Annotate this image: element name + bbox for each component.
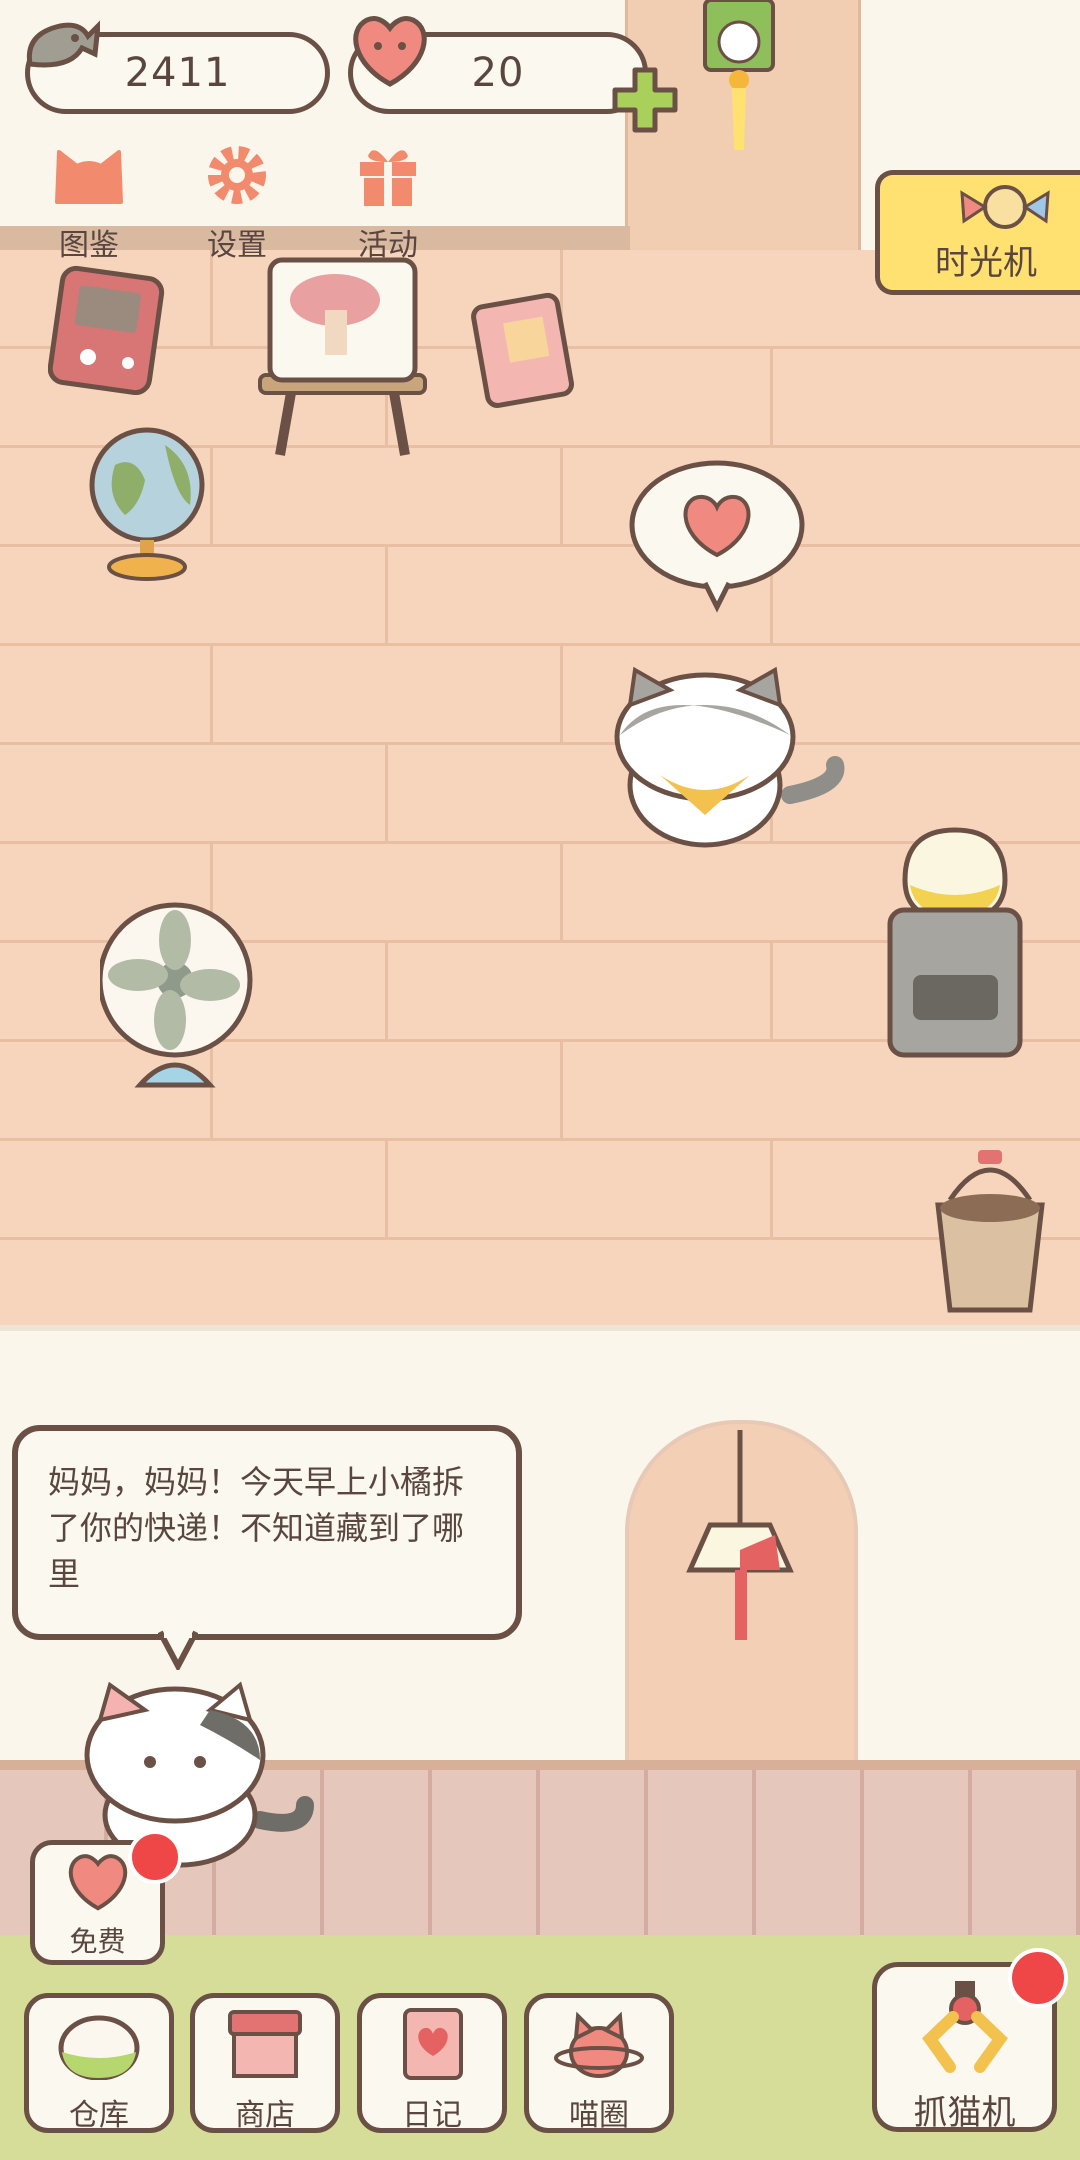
storage-label: 仓库 <box>69 2098 129 2133</box>
electric-fan-icon[interactable] <box>100 900 265 1095</box>
diary-label: 日记 <box>402 2098 462 2133</box>
storage-icon <box>58 2015 140 2081</box>
add-hearts-plus-icon[interactable] <box>610 65 680 135</box>
kettle-on-stove-icon[interactable] <box>885 790 1025 1065</box>
fish-count: 2411 <box>124 50 231 96</box>
catalog-label: 图鉴 <box>59 228 119 263</box>
book-icon[interactable] <box>470 290 580 410</box>
time-machine-label: 时光机 <box>935 243 1037 283</box>
cat-planet-icon <box>554 2011 644 2078</box>
wooden-bucket-icon[interactable] <box>930 1150 1050 1320</box>
free-notification-badge <box>128 1830 182 1884</box>
settings-button[interactable]: 设置 <box>182 140 292 263</box>
mushroom-painting-easel-icon[interactable] <box>255 240 430 465</box>
hanging-bird-ornament-icon[interactable] <box>700 0 780 160</box>
candy-icon <box>960 185 1050 229</box>
heart-icon <box>68 1854 127 1911</box>
cat-circle-label: 喵圈 <box>569 2098 629 2133</box>
events-label: 活动 <box>358 228 418 263</box>
shop-button[interactable]: 商店 <box>190 1993 340 2133</box>
diary-icon <box>403 2008 463 2080</box>
cat-speech-bubble[interactable]: 妈妈，妈妈！今天早上小橘拆了你的快递！不知道藏到了哪里 <box>12 1425 522 1640</box>
catalog-button[interactable]: 图鉴 <box>34 140 144 263</box>
cat-head-icon <box>55 150 123 204</box>
wind-chime-icon[interactable] <box>680 1430 800 1660</box>
shop-label: 商店 <box>235 2098 295 2133</box>
claw-icon <box>921 1981 1008 2073</box>
heart-count: 20 <box>471 50 525 96</box>
gear-icon <box>208 146 266 204</box>
claw-machine-label: 抓猫机 <box>913 2093 1016 2133</box>
claw-notification-badge <box>1008 1948 1068 2008</box>
diary-button[interactable]: 日记 <box>357 1993 507 2133</box>
gift-icon <box>360 150 416 206</box>
speech-text: 妈妈，妈妈！今天早上小橘拆了你的快递！不知道藏到了哪里 <box>48 1463 465 1593</box>
free-label: 免费 <box>69 1925 126 1958</box>
events-button[interactable]: 活动 <box>333 140 443 263</box>
time-machine-button[interactable]: 时光机 <box>875 170 1080 295</box>
heart-icon <box>353 16 427 87</box>
globe-icon[interactable] <box>85 425 215 585</box>
gray-cat-with-bib-icon[interactable] <box>600 665 850 855</box>
speech-bubble-tail <box>158 1630 198 1670</box>
game-console-icon[interactable] <box>48 265 168 395</box>
storage-button[interactable]: 仓库 <box>24 1993 174 2133</box>
fish-icon <box>26 20 100 68</box>
settings-label: 设置 <box>207 228 267 263</box>
heart-speech-bubble-icon[interactable] <box>625 455 810 615</box>
shop-icon <box>228 2010 302 2078</box>
wooden-floor <box>0 250 1080 1325</box>
cat-circle-button[interactable]: 喵圈 <box>524 1993 674 2133</box>
